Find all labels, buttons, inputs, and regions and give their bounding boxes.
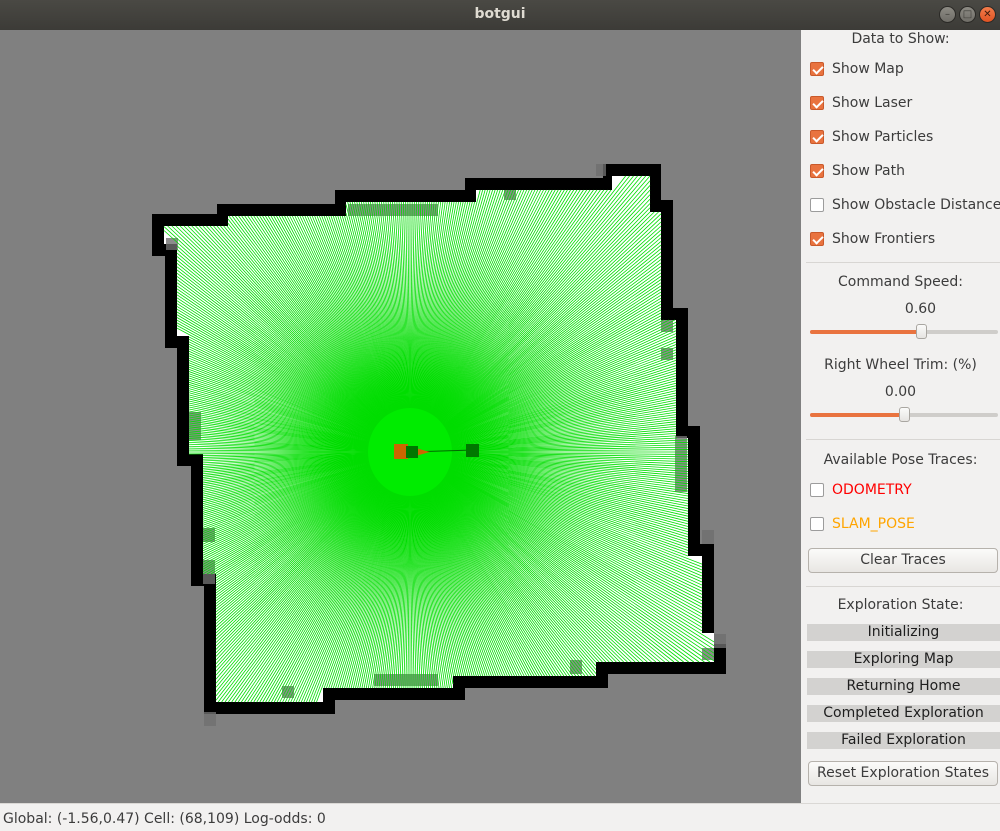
show-path-checkbox[interactable]: Show Path: [810, 161, 905, 181]
state-completed-exploration: Completed Exploration: [807, 705, 1000, 722]
checkbox-box[interactable]: [810, 62, 824, 76]
window-controls: – □ ✕: [939, 6, 996, 23]
checkbox-box[interactable]: [810, 130, 824, 144]
slider-thumb[interactable]: [915, 324, 927, 339]
map-view: [152, 164, 726, 726]
odometry-trace-checkbox[interactable]: ODOMETRY: [810, 480, 912, 500]
window-title: botgui: [474, 6, 526, 22]
minimize-icon[interactable]: –: [939, 6, 956, 23]
separator: [806, 586, 1000, 587]
close-icon[interactable]: ✕: [979, 6, 996, 23]
command-speed-label: Command Speed:: [837, 274, 963, 290]
robot-marker: [406, 446, 418, 458]
map-canvas[interactable]: [0, 30, 801, 803]
maximize-icon[interactable]: □: [959, 6, 976, 23]
checkbox-box[interactable]: [810, 517, 824, 531]
checkbox-box[interactable]: [810, 483, 824, 497]
pose-traces-heading: Available Pose Traces:: [823, 452, 978, 468]
right-wheel-trim-value: 0.00: [884, 384, 917, 400]
slider-fill: [810, 330, 921, 334]
slam-pose-trace-checkbox[interactable]: SLAM_POSE: [810, 514, 915, 534]
command-speed-slider[interactable]: [810, 324, 998, 340]
clear-traces-button[interactable]: Clear Traces: [808, 548, 998, 573]
window-titlebar[interactable]: botgui – □ ✕: [0, 0, 1000, 30]
show-frontiers-checkbox[interactable]: Show Frontiers: [810, 229, 935, 249]
state-returning-home: Returning Home: [807, 678, 1000, 695]
checkbox-box[interactable]: [810, 164, 824, 178]
checkbox-box[interactable]: [810, 96, 824, 110]
separator: [806, 262, 1000, 263]
checkbox-box[interactable]: [810, 198, 824, 212]
state-exploring-map: Exploring Map: [807, 651, 1000, 668]
data-to-show-heading: Data to Show:: [851, 31, 950, 47]
goal-marker: [466, 444, 479, 457]
status-bar: Global: (-1.56,0.47) Cell: (68,109) Log-…: [0, 803, 1000, 831]
state-initializing: Initializing: [807, 624, 1000, 641]
status-text: Global: (-1.56,0.47) Cell: (68,109) Log-…: [3, 811, 326, 827]
show-laser-checkbox[interactable]: Show Laser: [810, 93, 912, 113]
separator: [806, 439, 1000, 440]
slider-fill: [810, 413, 904, 417]
checkbox-box[interactable]: [810, 232, 824, 246]
slider-thumb[interactable]: [899, 407, 910, 422]
command-speed-value: 0.60: [904, 301, 937, 317]
show-map-checkbox[interactable]: Show Map: [810, 59, 904, 79]
right-wheel-trim-slider[interactable]: [810, 407, 998, 423]
reset-exploration-states-button[interactable]: Reset Exploration States: [808, 761, 998, 786]
show-obstacle-distances-checkbox[interactable]: Show Obstacle Distances: [810, 195, 1000, 215]
control-panel: Data to Show: Show Map Show Laser Show P…: [801, 30, 1000, 803]
right-wheel-trim-label: Right Wheel Trim: (%): [824, 357, 977, 373]
show-particles-checkbox[interactable]: Show Particles: [810, 127, 933, 147]
exploration-state-heading: Exploration State:: [837, 597, 964, 613]
state-failed-exploration: Failed Exploration: [807, 732, 1000, 749]
robot-body: [394, 444, 408, 459]
